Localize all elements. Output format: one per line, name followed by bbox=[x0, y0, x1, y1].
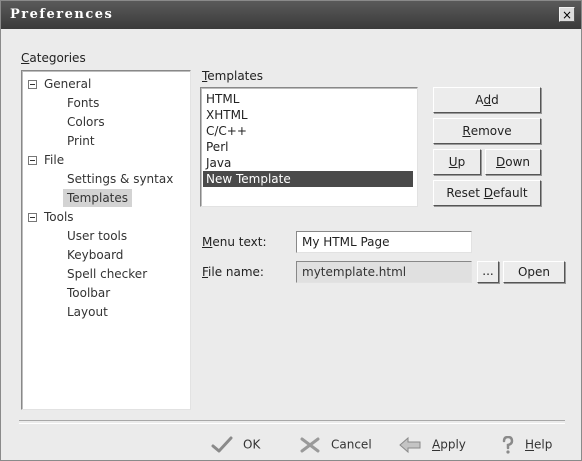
window-title: Preferences bbox=[10, 7, 114, 22]
template-item[interactable]: New Template bbox=[203, 171, 413, 187]
tree-item-toolbar[interactable]: Toolbar bbox=[63, 284, 114, 302]
template-item[interactable]: Perl bbox=[203, 139, 413, 155]
up-button[interactable]: Up bbox=[433, 149, 481, 175]
categories-label: Categories bbox=[21, 51, 86, 65]
tree-item-label: General bbox=[44, 77, 92, 91]
open-button[interactable]: Open bbox=[503, 261, 565, 283]
tree-item-spell-checker[interactable]: Spell checker bbox=[63, 265, 151, 283]
ok-button[interactable]: OK bbox=[211, 431, 260, 457]
tree-item-tools[interactable]: Tools bbox=[26, 208, 186, 226]
tree-item-label: Tools bbox=[44, 210, 74, 224]
reset-default-button[interactable]: Reset Default bbox=[433, 180, 541, 206]
menu-text-label: Menu text: bbox=[202, 235, 267, 249]
tree-item-label: Settings & syntax bbox=[67, 172, 174, 186]
tree-item-label: Layout bbox=[67, 305, 108, 319]
tree-item-label: Colors bbox=[67, 115, 105, 129]
cancel-icon bbox=[299, 436, 321, 454]
remove-button[interactable]: Remove bbox=[433, 118, 541, 144]
tree-item-templates[interactable]: Templates bbox=[63, 189, 133, 207]
tree-item-label: Templates bbox=[67, 191, 129, 205]
title-bar[interactable]: Preferences × bbox=[1, 1, 581, 29]
collapse-icon[interactable] bbox=[28, 213, 37, 222]
file-name-label: File name: bbox=[202, 265, 264, 279]
tree-item-fonts[interactable]: Fonts bbox=[63, 94, 103, 112]
tree-item-label: Fonts bbox=[67, 96, 100, 110]
templates-list[interactable]: HTML XHTML C/C++ Perl Java New Template bbox=[200, 87, 418, 207]
collapse-icon[interactable] bbox=[28, 80, 37, 89]
tree-item-label: Toolbar bbox=[67, 286, 111, 300]
tree-item-label: File bbox=[44, 153, 65, 167]
apply-arrow-icon bbox=[398, 436, 422, 454]
tree-item-label: Spell checker bbox=[67, 267, 148, 281]
apply-button[interactable]: Apply bbox=[398, 431, 466, 457]
tree-item-label: User tools bbox=[67, 229, 128, 243]
browse-button[interactable]: ... bbox=[477, 261, 499, 283]
template-item[interactable]: C/C++ bbox=[203, 123, 413, 139]
down-button[interactable]: Down bbox=[485, 149, 541, 175]
tree-item-user-tools[interactable]: User tools bbox=[63, 227, 131, 245]
close-icon: × bbox=[561, 8, 573, 22]
menu-text-input[interactable]: My HTML Page bbox=[296, 231, 472, 253]
tree-item-label: Keyboard bbox=[67, 248, 124, 262]
tree-item-file[interactable]: File bbox=[26, 151, 186, 169]
help-icon bbox=[501, 435, 515, 454]
categories-tree[interactable]: General Fonts Colors Print File Settings & sy… bbox=[21, 70, 191, 410]
file-name-input[interactable]: mytemplate.html bbox=[296, 261, 472, 283]
preferences-dialog: Preferences × Categories General Fonts Col… bbox=[0, 0, 582, 461]
tree-item-print[interactable]: Print bbox=[63, 132, 99, 150]
tree-item-general[interactable]: General bbox=[26, 75, 186, 93]
add-button[interactable]: Add bbox=[433, 87, 541, 113]
template-item[interactable]: XHTML bbox=[203, 107, 413, 123]
collapse-icon[interactable] bbox=[28, 156, 37, 165]
template-item[interactable]: HTML bbox=[203, 91, 413, 107]
close-button[interactable]: × bbox=[559, 7, 575, 22]
tree-item-layout[interactable]: Layout bbox=[63, 303, 112, 321]
footer-separator bbox=[19, 420, 565, 424]
template-item[interactable]: Java bbox=[203, 155, 413, 171]
help-button[interactable]: Help bbox=[501, 431, 552, 457]
tree-item-settings-syntax[interactable]: Settings & syntax bbox=[63, 170, 177, 188]
tree-item-keyboard[interactable]: Keyboard bbox=[63, 246, 127, 264]
check-icon bbox=[211, 436, 233, 454]
tree-item-label: Print bbox=[67, 134, 95, 148]
cancel-button[interactable]: Cancel bbox=[299, 431, 372, 457]
tree-item-colors[interactable]: Colors bbox=[63, 113, 109, 131]
templates-label: Templates bbox=[202, 69, 264, 83]
